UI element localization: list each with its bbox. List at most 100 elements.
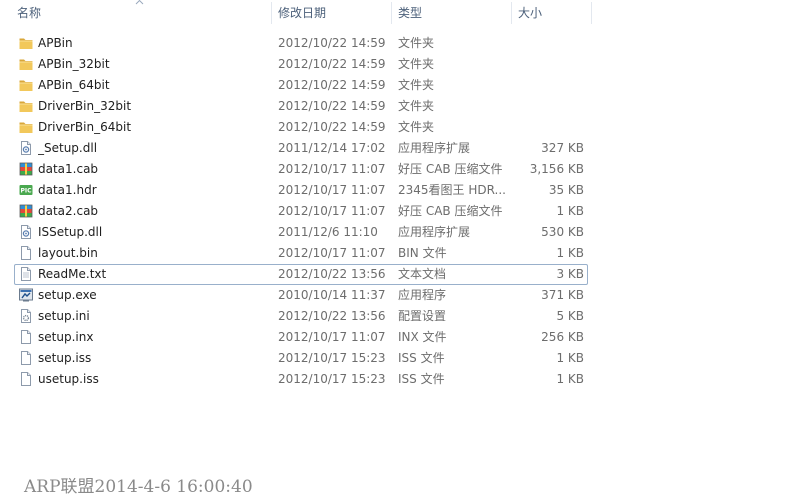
archive-file-icon bbox=[18, 161, 34, 177]
file-date-modified: 2012/10/17 11:07 bbox=[278, 204, 386, 218]
file-row[interactable]: APBin 2012/10/22 14:59 文件夹 bbox=[0, 33, 794, 54]
folder-icon bbox=[18, 119, 34, 135]
file-name: DriverBin_64bit bbox=[38, 120, 132, 134]
file-date-modified: 2012/10/22 14:59 bbox=[278, 99, 386, 113]
text-file-icon bbox=[18, 266, 34, 282]
file-type: 文本文档 bbox=[398, 267, 447, 281]
file-size: 35 KB bbox=[548, 183, 584, 197]
file-type: 文件夹 bbox=[398, 36, 435, 50]
file-size bbox=[512, 96, 584, 117]
file-row[interactable]: data2.cab 2012/10/17 11:07 好压 CAB 压缩文件 1… bbox=[0, 201, 794, 222]
file-size: 3 KB bbox=[556, 267, 584, 281]
file-name: layout.bin bbox=[38, 246, 98, 260]
file-row[interactable]: setup.inx 2012/10/17 11:07 INX 文件 256 KB bbox=[0, 327, 794, 348]
file-name: usetup.iss bbox=[38, 372, 99, 386]
file-type: 配置设置 bbox=[398, 309, 447, 323]
file-row[interactable]: data1.cab 2012/10/17 11:07 好压 CAB 压缩文件 3… bbox=[0, 159, 794, 180]
file-row[interactable]: _Setup.dll 2011/12/14 17:02 应用程序扩展 327 K… bbox=[0, 138, 794, 159]
exe-file-icon bbox=[18, 287, 34, 303]
file-name: setup.inx bbox=[38, 330, 94, 344]
blank-file-icon bbox=[18, 371, 34, 387]
file-date-modified: 2012/10/22 14:59 bbox=[278, 57, 386, 71]
file-size bbox=[512, 117, 584, 138]
file-date-modified: 2012/10/17 11:07 bbox=[278, 246, 386, 260]
file-row[interactable]: DriverBin_32bit 2012/10/22 14:59 文件夹 bbox=[0, 96, 794, 117]
file-row[interactable]: setup.iss 2012/10/17 15:23 ISS 文件 1 KB bbox=[0, 348, 794, 369]
file-type: ISS 文件 bbox=[398, 372, 445, 386]
file-date-modified: 2012/10/17 11:07 bbox=[278, 183, 386, 197]
column-header-date[interactable]: 修改日期 bbox=[272, 0, 390, 26]
svg-text:PIC: PIC bbox=[20, 188, 32, 195]
file-date-modified: 2012/10/17 11:07 bbox=[278, 162, 386, 176]
file-type: BIN 文件 bbox=[398, 246, 447, 260]
file-list: APBin 2012/10/22 14:59 文件夹 APBin_32bit 2… bbox=[0, 33, 794, 390]
watermark-text: ARP联盟2014-4-6 16:00:40 bbox=[24, 477, 253, 497]
file-date-modified: 2011/12/14 17:02 bbox=[278, 141, 386, 155]
file-row[interactable]: ReadMe.txt 2012/10/22 13:56 文本文档 3 KB bbox=[0, 264, 794, 285]
file-size: 3,156 KB bbox=[529, 162, 584, 176]
column-header-type[interactable]: 类型 bbox=[392, 0, 510, 26]
file-row[interactable]: APBin_64bit 2012/10/22 14:59 文件夹 bbox=[0, 75, 794, 96]
file-date-modified: 2012/10/22 13:56 bbox=[278, 267, 386, 281]
file-size: 1 KB bbox=[556, 246, 584, 260]
file-type: 应用程序 bbox=[398, 288, 447, 302]
file-date-modified: 2012/10/17 15:23 bbox=[278, 351, 386, 365]
file-name: APBin_64bit bbox=[38, 78, 110, 92]
archive-file-icon bbox=[18, 203, 34, 219]
file-size: 1 KB bbox=[556, 372, 584, 386]
file-size bbox=[512, 33, 584, 54]
file-type: INX 文件 bbox=[398, 330, 447, 344]
file-date-modified: 2012/10/17 15:23 bbox=[278, 372, 386, 386]
file-type: 文件夹 bbox=[398, 99, 435, 113]
blank-file-icon bbox=[18, 350, 34, 366]
file-name: data1.hdr bbox=[38, 183, 97, 197]
file-date-modified: 2012/10/22 13:56 bbox=[278, 309, 386, 323]
file-row[interactable]: setup.exe 2010/10/14 11:37 应用程序 371 KB bbox=[0, 285, 794, 306]
file-date-modified: 2010/10/14 11:37 bbox=[278, 288, 386, 302]
file-row[interactable]: setup.ini 2012/10/22 13:56 配置设置 5 KB bbox=[0, 306, 794, 327]
file-type: 文件夹 bbox=[398, 120, 435, 134]
file-size: 1 KB bbox=[556, 204, 584, 218]
file-size: 1 KB bbox=[556, 351, 584, 365]
folder-icon bbox=[18, 98, 34, 114]
column-divider[interactable] bbox=[591, 2, 592, 24]
file-date-modified: 2012/10/22 14:59 bbox=[278, 78, 386, 92]
file-date-modified: 2012/10/22 14:59 bbox=[278, 120, 386, 134]
file-size bbox=[512, 54, 584, 75]
file-type: 好压 CAB 压缩文件 bbox=[398, 204, 503, 218]
file-name: data2.cab bbox=[38, 204, 99, 218]
file-type: 应用程序扩展 bbox=[398, 141, 471, 155]
blank-file-icon bbox=[18, 329, 34, 345]
column-header-size[interactable]: 大小 bbox=[512, 0, 592, 26]
folder-icon bbox=[18, 56, 34, 72]
file-size: 371 KB bbox=[541, 288, 584, 302]
folder-icon bbox=[18, 35, 34, 51]
file-type: 文件夹 bbox=[398, 57, 435, 71]
dll-file-icon bbox=[18, 140, 34, 156]
file-type: 文件夹 bbox=[398, 78, 435, 92]
file-date-modified: 2012/10/17 11:07 bbox=[278, 330, 386, 344]
file-type: 2345看图王 HDR... bbox=[398, 183, 506, 197]
file-size: 327 KB bbox=[541, 141, 584, 155]
file-row[interactable]: DriverBin_64bit 2012/10/22 14:59 文件夹 bbox=[0, 117, 794, 138]
dll-file-icon bbox=[18, 224, 34, 240]
file-date-modified: 2012/10/22 14:59 bbox=[278, 36, 386, 50]
file-type: 好压 CAB 压缩文件 bbox=[398, 162, 503, 176]
file-name: setup.ini bbox=[38, 309, 90, 323]
file-row[interactable]: APBin_32bit 2012/10/22 14:59 文件夹 bbox=[0, 54, 794, 75]
file-row[interactable]: usetup.iss 2012/10/17 15:23 ISS 文件 1 KB bbox=[0, 369, 794, 390]
file-size: 530 KB bbox=[541, 225, 584, 239]
file-row[interactable]: PIC data1.hdr 2012/10/17 11:07 2345看图王 H… bbox=[0, 180, 794, 201]
file-size: 256 KB bbox=[541, 330, 584, 344]
file-name: APBin bbox=[38, 36, 73, 50]
file-type: 应用程序扩展 bbox=[398, 225, 471, 239]
image-file-icon: PIC bbox=[18, 182, 34, 198]
file-row[interactable]: ISSetup.dll 2011/12/6 11:10 应用程序扩展 530 K… bbox=[0, 222, 794, 243]
file-row[interactable]: layout.bin 2012/10/17 11:07 BIN 文件 1 KB bbox=[0, 243, 794, 264]
column-header-bar: 名称 修改日期 类型 大小 bbox=[0, 0, 794, 26]
column-header-name[interactable]: 名称 bbox=[11, 0, 270, 26]
file-name: setup.exe bbox=[38, 288, 97, 302]
file-name: ReadMe.txt bbox=[38, 267, 107, 281]
file-name: setup.iss bbox=[38, 351, 92, 365]
folder-icon bbox=[18, 77, 34, 93]
